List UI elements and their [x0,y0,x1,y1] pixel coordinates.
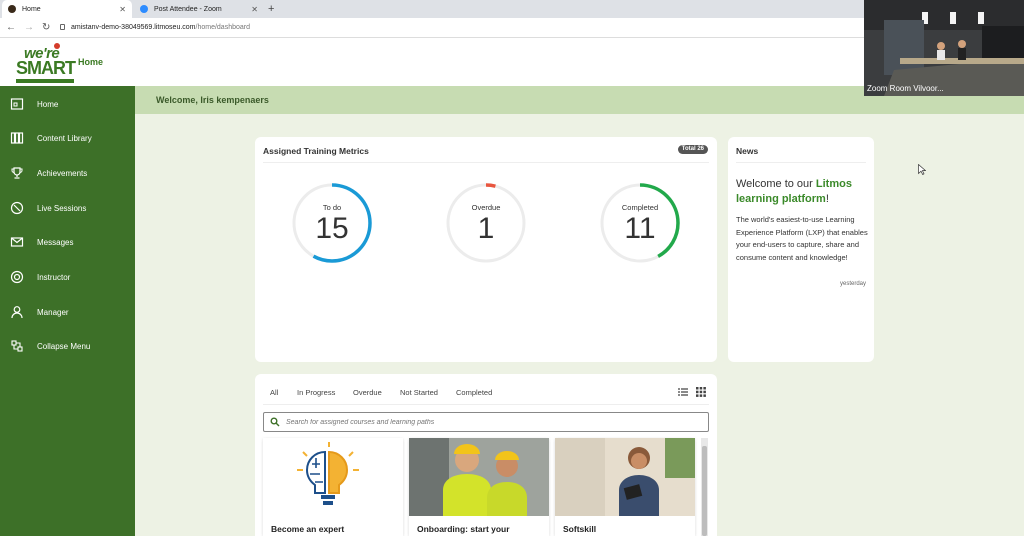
course-card[interactable]: Onboarding: start your [409,438,549,536]
sidebar-item-live-sessions[interactable]: Live Sessions [0,198,135,218]
workers-photo [409,438,549,516]
metric-label: Completed [621,203,659,212]
filter-tab-completed[interactable]: Completed [456,388,492,397]
sidebar-item-collapse-menu[interactable]: Collapse Menu [0,336,135,356]
courses-card: All In Progress Overdue Not Started Comp… [255,374,717,536]
divider [736,162,866,163]
metric-overdue[interactable]: Overdue 1 [444,181,528,265]
live-sessions-icon [10,201,24,215]
url-path: /home/dashboard [195,24,250,31]
sidebar-item-label: Manager [37,307,69,317]
browser-tab-home[interactable]: Home ✕ [2,0,132,18]
course-search[interactable] [263,412,709,432]
sidebar-item-instructor[interactable]: Instructor [0,267,135,287]
headline-text: Welcome to our [736,178,816,190]
metric-todo[interactable]: To do 15 [290,181,374,265]
new-tab-icon[interactable]: + [268,0,274,18]
sidebar-item-label: Collapse Menu [37,341,91,351]
divider [263,162,709,163]
news-date: yesterday [839,281,866,287]
metrics-title: Assigned Training Metrics [263,146,369,156]
sidebar-item-achievements[interactable]: Achievements [0,163,135,183]
tab-title: Home [22,5,41,13]
tab-title: Post Attendee - Zoom [154,5,222,13]
scrollbar-thumb[interactable] [702,446,707,536]
sidebar-item-label: Content Library [37,133,92,143]
sidebar: Home Content Library Achievements Live S… [0,86,135,536]
news-headline[interactable]: Welcome to our Litmos learning platform! [736,177,866,207]
welcome-text: Welcome, Iris kempenaers [156,95,269,105]
sidebar-item-label: Live Sessions [37,203,87,213]
metric-label: To do [322,203,342,212]
training-metrics-card: Assigned Training Metrics Total 26 To do… [255,137,717,362]
sidebar-item-label: Messages [37,237,74,247]
lock-icon [60,24,65,30]
mouse-cursor-icon [918,164,926,175]
woman-tablet-photo [555,438,695,516]
news-body: The world's easiest-to-use Learning Expe… [736,215,868,262]
sidebar-item-manager[interactable]: Manager [0,302,135,322]
sidebar-item-content-library[interactable]: Content Library [0,128,135,148]
course-title: Onboarding: start your [417,524,510,534]
search-input[interactable] [286,415,696,429]
course-thumbnail [409,438,549,516]
filter-tab-all[interactable]: All [270,388,278,397]
total-badge: Total 26 [677,145,708,154]
metric-value: 1 [477,212,495,245]
sidebar-item-label: Achievements [37,168,88,178]
course-thumbnail [555,438,695,516]
browser-tab-zoom[interactable]: Post Attendee - Zoom ✕ [134,0,264,18]
collapse-icon [10,339,24,353]
sidebar-item-home[interactable]: Home [0,94,135,114]
course-thumbnail [263,438,403,516]
news-card: News Welcome to our Litmos learning plat… [728,137,874,362]
filter-tab-overdue[interactable]: Overdue [353,388,382,397]
url-field[interactable]: amistanv-demo-38049569.litmoseu.com/home… [60,18,250,38]
sidebar-item-label: Instructor [37,272,71,282]
sidebar-item-messages[interactable]: Messages [0,232,135,252]
zoom-video-overlay[interactable]: Zoom Room Vilvoor... [864,0,1024,96]
grid-view-icon[interactable] [696,387,706,397]
envelope-icon [10,235,24,249]
forward-icon[interactable]: → [24,20,34,36]
news-title: News [736,146,759,156]
metric-label: Overdue [471,203,501,212]
sidebar-item-label: Home [37,99,59,109]
zoom-room-video [864,0,1024,96]
company-logo[interactable]: we're SMART [16,43,76,85]
divider [263,404,709,405]
zoom-favicon-icon [140,5,148,13]
course-title: Softskill [563,524,597,534]
metric-completed[interactable]: Completed 11 [598,181,682,265]
metric-value: 15 [315,212,349,245]
logo-dot-icon [54,43,60,49]
close-tab-icon[interactable]: ✕ [251,5,258,14]
user-icon [10,305,24,319]
list-view-icon[interactable] [678,387,688,397]
course-card[interactable]: Become an expert [263,438,403,536]
header-title: Home [78,57,104,67]
metric-value: 11 [624,212,656,245]
logo-underline [16,79,74,83]
back-icon[interactable]: ← [6,20,16,36]
filter-tab-not-started[interactable]: Not Started [400,388,438,397]
course-card[interactable]: Softskill [555,438,695,536]
brain-lightbulb-icon [297,442,359,505]
reload-icon[interactable]: ↻ [42,20,50,36]
instructor-icon [10,270,24,284]
course-title: Become an expert [271,524,345,534]
zoom-participant-label: Zoom Room Vilvoor... [867,84,944,93]
filter-tab-in-progress[interactable]: In Progress [297,388,335,397]
trophy-icon [10,166,24,180]
favicon-icon [8,5,16,13]
logo-line2: SMART [16,58,76,78]
search-icon [270,417,280,427]
library-icon [10,131,24,145]
close-tab-icon[interactable]: ✕ [119,5,126,14]
headline-suffix: ! [825,193,829,205]
home-icon [10,97,24,111]
course-list-scrollbar[interactable] [701,438,708,536]
url-host: amistanv-demo-38049569.litmoseu.com [71,24,196,31]
